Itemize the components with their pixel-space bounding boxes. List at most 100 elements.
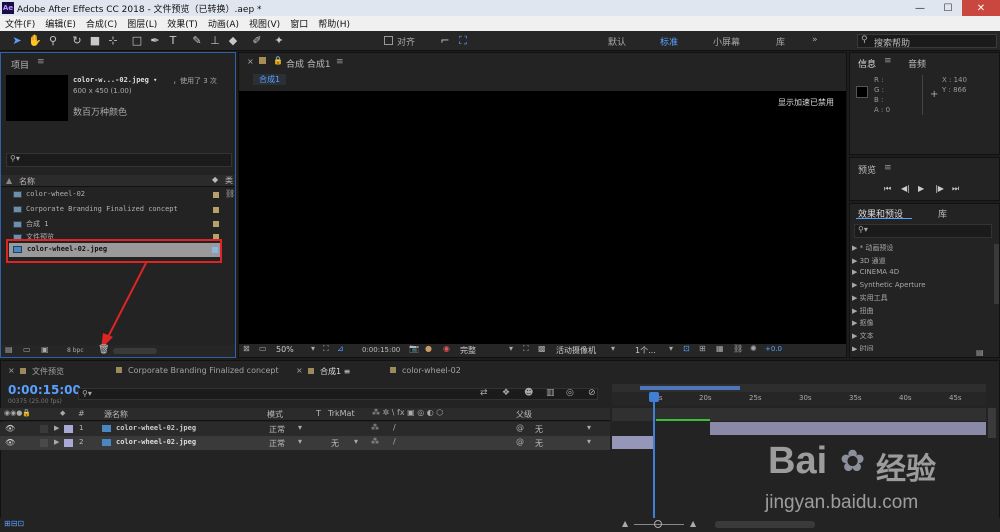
camera-view-dropdown[interactable]: 活动摄像机 xyxy=(556,345,596,356)
last-frame-icon[interactable]: ⏭ xyxy=(952,184,959,194)
timeline-tab-file-preview[interactable]: 文件预览 xyxy=(20,366,64,377)
camera-tool-icon[interactable]: ■ xyxy=(88,34,102,48)
eraser-tool-icon[interactable]: ◆ xyxy=(226,34,240,48)
layer-mode[interactable]: 正常 xyxy=(269,438,285,449)
minimize-button[interactable]: — xyxy=(906,0,934,16)
tab-library[interactable]: 库 xyxy=(938,207,947,220)
close-button[interactable]: ✕ xyxy=(962,0,1000,16)
lock-toggle[interactable] xyxy=(40,439,48,447)
rotate-tool-icon[interactable]: ↻ xyxy=(70,34,84,48)
zoom-tool-icon[interactable]: ⚲ xyxy=(46,34,60,48)
previous-frame-icon[interactable]: ◀| xyxy=(901,184,910,193)
eye-icon[interactable]: 👁 xyxy=(5,438,15,447)
safe-zones-icon[interactable]: ⛶ xyxy=(323,344,329,354)
effects-category[interactable]: ▶ 时间 xyxy=(852,344,874,351)
trash-icon[interactable]: 🗑 xyxy=(98,345,109,355)
timeline-tab-comp1[interactable]: 合成1 ≡ xyxy=(308,366,350,377)
monitor-icon[interactable]: ▭ xyxy=(259,344,267,353)
bit-depth-button[interactable]: 8 bpc xyxy=(67,347,84,354)
workspace-default[interactable]: 默认 xyxy=(608,35,626,48)
label-color-swatch[interactable] xyxy=(213,221,219,227)
workspace-library[interactable]: 库 xyxy=(776,35,785,48)
effects-category[interactable]: ▶ 实用工具 xyxy=(852,293,888,303)
effects-category[interactable]: ▶ CINEMA 4D xyxy=(852,268,899,276)
comp-mini-flowchart-icon[interactable]: ⇄ xyxy=(480,388,488,398)
layer-name[interactable]: color-wheel-02.jpeg xyxy=(116,438,196,446)
draft-3d-icon[interactable]: ❖ xyxy=(502,388,510,398)
shy-switch-icon[interactable]: ⁂ xyxy=(371,423,379,432)
timeline-scrollbar[interactable] xyxy=(988,408,996,438)
label-color-swatch[interactable] xyxy=(213,207,219,213)
shy-switch-icon[interactable]: ⁂ xyxy=(371,437,379,446)
close-tab-icon[interactable]: × xyxy=(247,57,254,66)
fast-previews-icon[interactable]: ⊞ xyxy=(699,344,706,353)
comp-menu-icon[interactable]: ≡ xyxy=(336,57,344,67)
column-name[interactable]: 名称 xyxy=(19,176,35,187)
menu-edit[interactable]: 编辑(E) xyxy=(40,17,81,30)
timeline-horizontal-scrollbar[interactable] xyxy=(715,521,815,528)
effects-category[interactable]: ▶ Synthetic Aperture xyxy=(852,281,926,289)
effects-scrollbar[interactable] xyxy=(994,244,999,304)
time-ruler[interactable]: 15s 20s 25s 30s 35s 40s 45s xyxy=(612,392,986,406)
exposure-value[interactable]: +0.0 xyxy=(765,345,782,353)
zoom-slider-handle[interactable] xyxy=(654,520,662,528)
tab-info[interactable]: 信息 xyxy=(858,57,876,70)
motion-blur-icon[interactable]: ◎ xyxy=(566,388,574,398)
timeline-icon[interactable]: ▦ xyxy=(716,344,724,353)
menu-file[interactable]: 文件(F) xyxy=(0,17,40,30)
region-of-interest-icon[interactable]: ⛶ xyxy=(523,344,529,354)
play-icon[interactable]: ▶ xyxy=(918,184,924,193)
eye-icon[interactable]: 👁 xyxy=(5,424,15,433)
timeline-search-input[interactable]: ⚲▾ xyxy=(78,388,598,400)
preview-menu-icon[interactable]: ≡ xyxy=(884,163,892,173)
layer-mode[interactable]: 正常 xyxy=(269,424,285,435)
comp-viewer[interactable]: 显示加速已禁用 xyxy=(239,91,846,344)
layer-label-swatch[interactable] xyxy=(64,425,73,433)
reset-exposure-icon[interactable]: ✺ xyxy=(750,344,757,353)
pen-tool-icon[interactable]: ✒ xyxy=(148,34,162,48)
current-timecode[interactable]: 0:00:15:00 xyxy=(8,383,81,397)
timeline-tab-corporate[interactable]: Corporate Branding Finalized concept xyxy=(116,366,279,375)
close-tab-icon[interactable]: × xyxy=(296,366,303,375)
zoom-out-icon[interactable]: ▲ xyxy=(622,519,628,528)
brush-tool-icon[interactable]: ✎ xyxy=(190,34,204,48)
frame-blending-icon[interactable]: ▥ xyxy=(546,388,555,398)
layer-2-duration-bar[interactable] xyxy=(612,436,654,449)
column-source-name[interactable]: 源名称 xyxy=(104,409,128,420)
mask-visibility-icon[interactable]: ⊿ xyxy=(337,344,344,353)
new-preset-icon[interactable]: ▤ xyxy=(976,348,984,357)
resolution-dropdown[interactable]: 完整 xyxy=(460,345,476,356)
rectangle-tool-icon[interactable]: □ xyxy=(130,34,144,48)
effects-category[interactable]: ▶ 扭曲 xyxy=(852,306,874,316)
tab-audio[interactable]: 音频 xyxy=(908,57,926,70)
effects-category[interactable]: ▶ 文本 xyxy=(852,331,874,341)
menu-composition[interactable]: 合成(C) xyxy=(81,17,122,30)
channel-icon[interactable]: ◉ xyxy=(443,344,450,353)
menu-help[interactable]: 帮助(H) xyxy=(313,17,355,30)
effects-category[interactable]: ▶ * 动画预设 xyxy=(852,243,893,253)
effects-search-input[interactable]: ⚲▾ xyxy=(854,224,992,238)
flowchart-icon[interactable]: ⛓ xyxy=(225,189,235,198)
show-snapshot-icon[interactable]: ● xyxy=(425,344,432,353)
view-layout-dropdown[interactable]: 1个... xyxy=(635,345,656,356)
column-track-matte[interactable]: TrkMat xyxy=(328,409,355,418)
clone-stamp-tool-icon[interactable]: ⊥ xyxy=(208,34,222,48)
parent-dropdown[interactable]: 无 xyxy=(535,438,543,449)
project-search-input[interactable]: ⚲▾ xyxy=(6,153,232,167)
layer-row-selected[interactable]: 👁 ▶ 2 color-wheel-02.jpeg 正常 ▾ 无 ▾ ⁂ / @… xyxy=(0,436,610,450)
always-preview-icon[interactable]: ⊠ xyxy=(243,344,250,353)
parent-dropdown[interactable]: 无 xyxy=(535,424,543,435)
expand-arrow-icon[interactable]: ▶ xyxy=(54,424,59,432)
project-item[interactable]: color-wheel-02 xyxy=(13,190,85,198)
first-frame-icon[interactable]: ⏮ xyxy=(884,184,891,194)
help-search-input[interactable]: ⚲ 搜索帮助 xyxy=(857,34,997,49)
project-scrollbar[interactable] xyxy=(113,348,157,354)
trkmat-dropdown[interactable]: 无 xyxy=(331,438,339,449)
lock-toggle[interactable] xyxy=(40,425,48,433)
column-preserve-transparency[interactable]: T xyxy=(316,409,321,418)
menu-window[interactable]: 窗口 xyxy=(285,17,313,30)
menu-layer[interactable]: 图层(L) xyxy=(122,17,162,30)
pan-behind-tool-icon[interactable]: ⊹ xyxy=(106,34,120,48)
type-tool-icon[interactable]: T xyxy=(166,34,180,48)
zoom-dropdown[interactable]: 50% xyxy=(276,345,294,354)
